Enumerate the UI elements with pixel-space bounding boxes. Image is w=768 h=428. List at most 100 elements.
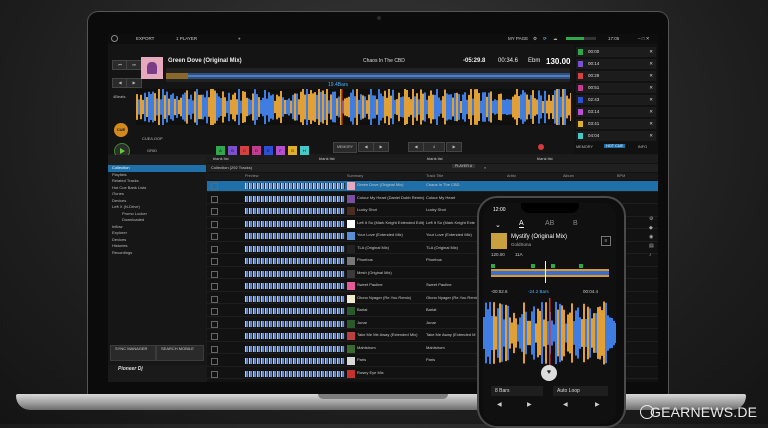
hot-cue-pad-4[interactable]: D (252, 146, 261, 155)
search-mobile-button[interactable]: SEARCH MOBILE (156, 345, 204, 361)
hot-cue-row[interactable]: 00:00 ✕ (576, 47, 656, 57)
row-checkbox[interactable] (211, 370, 218, 378)
hot-cue-pad-5[interactable]: E (264, 146, 273, 155)
loop-halve-button[interactable]: ◀ (408, 142, 424, 152)
blank-list-1[interactable]: blank list (213, 156, 229, 161)
collapse-icon[interactable]: ⌄ (495, 221, 501, 229)
row-preview-waveform[interactable] (245, 220, 345, 227)
row-checkbox[interactable] (211, 233, 218, 240)
hot-cue-pad-8[interactable]: H (300, 146, 309, 155)
panel-tab-memory[interactable]: MEMORY (576, 145, 593, 149)
row-preview-waveform[interactable] (245, 245, 345, 252)
memory-next-button[interactable]: ▶ (373, 142, 389, 152)
window-controls-icon[interactable]: – □ ✕ (638, 36, 650, 42)
hot-cue-row[interactable]: 02:43 ✕ (576, 95, 656, 105)
row-preview-waveform[interactable] (245, 270, 345, 277)
my-page-button[interactable]: MY PAGE (508, 36, 528, 41)
row-checkbox[interactable] (211, 283, 218, 290)
col-preview[interactable]: Preview (245, 174, 259, 178)
row-checkbox[interactable] (211, 345, 218, 353)
row-checkbox[interactable] (211, 308, 218, 315)
row-checkbox[interactable] (211, 295, 218, 303)
col-title[interactable]: Track Title (426, 174, 443, 178)
hot-cue-delete-icon[interactable]: ✕ (649, 109, 653, 115)
beatjump-fwd-button[interactable]: ▶ (126, 78, 142, 88)
cue-button[interactable]: CUE (114, 123, 128, 137)
hot-cue-delete-icon[interactable]: ✕ (649, 61, 653, 67)
panel-tab-hotcue[interactable]: HOT CUE (604, 144, 626, 148)
hot-cue-pad-1[interactable]: A (216, 146, 225, 155)
table-row[interactable]: Green Dove (Original Mix) Chaos In The CB… (207, 181, 658, 192)
blank-list-3[interactable]: blank list (427, 156, 443, 161)
hot-cue-row[interactable]: 04:04 ✕ (576, 131, 656, 141)
hot-cue-delete-icon[interactable]: ✕ (649, 85, 653, 91)
next-track-button[interactable]: ⏭ (126, 60, 142, 70)
memory-prev-button[interactable]: ◀ (358, 142, 374, 152)
hot-cue-delete-icon[interactable]: ✕ (649, 49, 653, 55)
mic-icon[interactable]: ● (238, 36, 241, 41)
row-checkbox[interactable] (211, 270, 218, 278)
panel-tab-info[interactable]: INFO (638, 145, 647, 149)
tab-deck-a[interactable]: A (519, 220, 524, 228)
export-mode-select[interactable]: EXPORT (136, 36, 154, 41)
grid-tab[interactable]: GRID (147, 148, 157, 153)
sync-icon[interactable]: ⟳ (543, 36, 547, 42)
cueloop-tab[interactable]: CUE/LOOP (142, 136, 163, 141)
phone-loop-prev-icon[interactable]: ◀ (497, 401, 502, 408)
phone-loop-mode-select[interactable]: Auto Loop (553, 386, 608, 396)
row-preview-waveform[interactable] (245, 208, 345, 214)
hot-cue-row[interactable]: 03:14 ✕ (576, 107, 656, 117)
hot-cue-delete-icon[interactable]: ✕ (649, 97, 653, 103)
hot-cue-delete-icon[interactable]: ✕ (649, 121, 653, 127)
phone-loop-length-select[interactable]: 8 Bars (491, 386, 543, 396)
player-mode-select[interactable]: 1 PLAYER (176, 36, 197, 41)
phone-jog-button[interactable]: ♥ (541, 365, 557, 381)
tab-deck-ab[interactable]: AB (545, 220, 554, 227)
row-checkbox[interactable] (211, 195, 218, 203)
phone-menu-icon[interactable]: ≡ (601, 236, 611, 246)
side-tool-icons[interactable]: ⚙ ◆ ◉ ▤ ♪ (649, 215, 654, 260)
hot-cue-pad-2[interactable]: B (228, 146, 237, 155)
row-preview-waveform[interactable] (245, 283, 345, 289)
row-preview-waveform[interactable] (245, 320, 345, 327)
hot-cue-row[interactable]: 00:51 ✕ (576, 83, 656, 93)
hot-cue-row[interactable]: 03:41 ✕ (576, 119, 656, 129)
col-artist[interactable]: Artist (507, 174, 516, 178)
cloud-icon[interactable]: ☁ (553, 36, 558, 42)
zoomed-waveform[interactable] (136, 87, 572, 127)
record-icon[interactable] (538, 144, 544, 150)
row-preview-waveform[interactable] (245, 370, 345, 377)
col-bpm[interactable]: BPM (617, 174, 625, 178)
hot-cue-delete-icon[interactable]: ✕ (649, 73, 653, 79)
row-preview-waveform[interactable] (245, 345, 345, 352)
row-checkbox[interactable] (211, 258, 218, 265)
row-preview-waveform[interactable] (245, 233, 345, 239)
blank-list-4[interactable]: blank list (537, 156, 553, 161)
row-preview-waveform[interactable] (245, 183, 345, 189)
col-summary[interactable]: Summary (347, 174, 363, 178)
row-checkbox[interactable] (211, 183, 218, 190)
settings-gear-icon[interactable]: ⚙ (533, 36, 537, 42)
phone-zoom-waveform[interactable] (483, 298, 616, 368)
hot-cue-pad-7[interactable]: G (288, 146, 297, 155)
col-album[interactable]: Album (563, 174, 574, 178)
row-preview-waveform[interactable] (245, 295, 345, 302)
phone-loop-next-icon[interactable]: ▶ (527, 401, 532, 408)
hot-cue-delete-icon[interactable]: ✕ (649, 133, 653, 139)
hot-cue-pad-3[interactable]: C (240, 146, 249, 155)
tab-deck-b[interactable]: B (573, 220, 578, 227)
loop-double-button[interactable]: ▶ (446, 142, 462, 152)
tree-item[interactable]: Recordings (108, 250, 206, 257)
row-checkbox[interactable] (211, 208, 218, 215)
player-select[interactable]: PLAYER A (452, 164, 476, 168)
hot-cue-pad-6[interactable]: F (276, 146, 285, 155)
overview-waveform[interactable] (166, 68, 570, 82)
row-preview-waveform[interactable] (245, 258, 345, 264)
row-checkbox[interactable] (211, 245, 218, 253)
row-checkbox[interactable] (211, 333, 218, 340)
row-checkbox[interactable] (211, 320, 218, 328)
blank-list-2[interactable]: blank list (319, 156, 335, 161)
row-preview-waveform[interactable] (245, 308, 345, 314)
row-checkbox[interactable] (211, 220, 218, 228)
phone-overview-waveform[interactable] (491, 261, 609, 283)
